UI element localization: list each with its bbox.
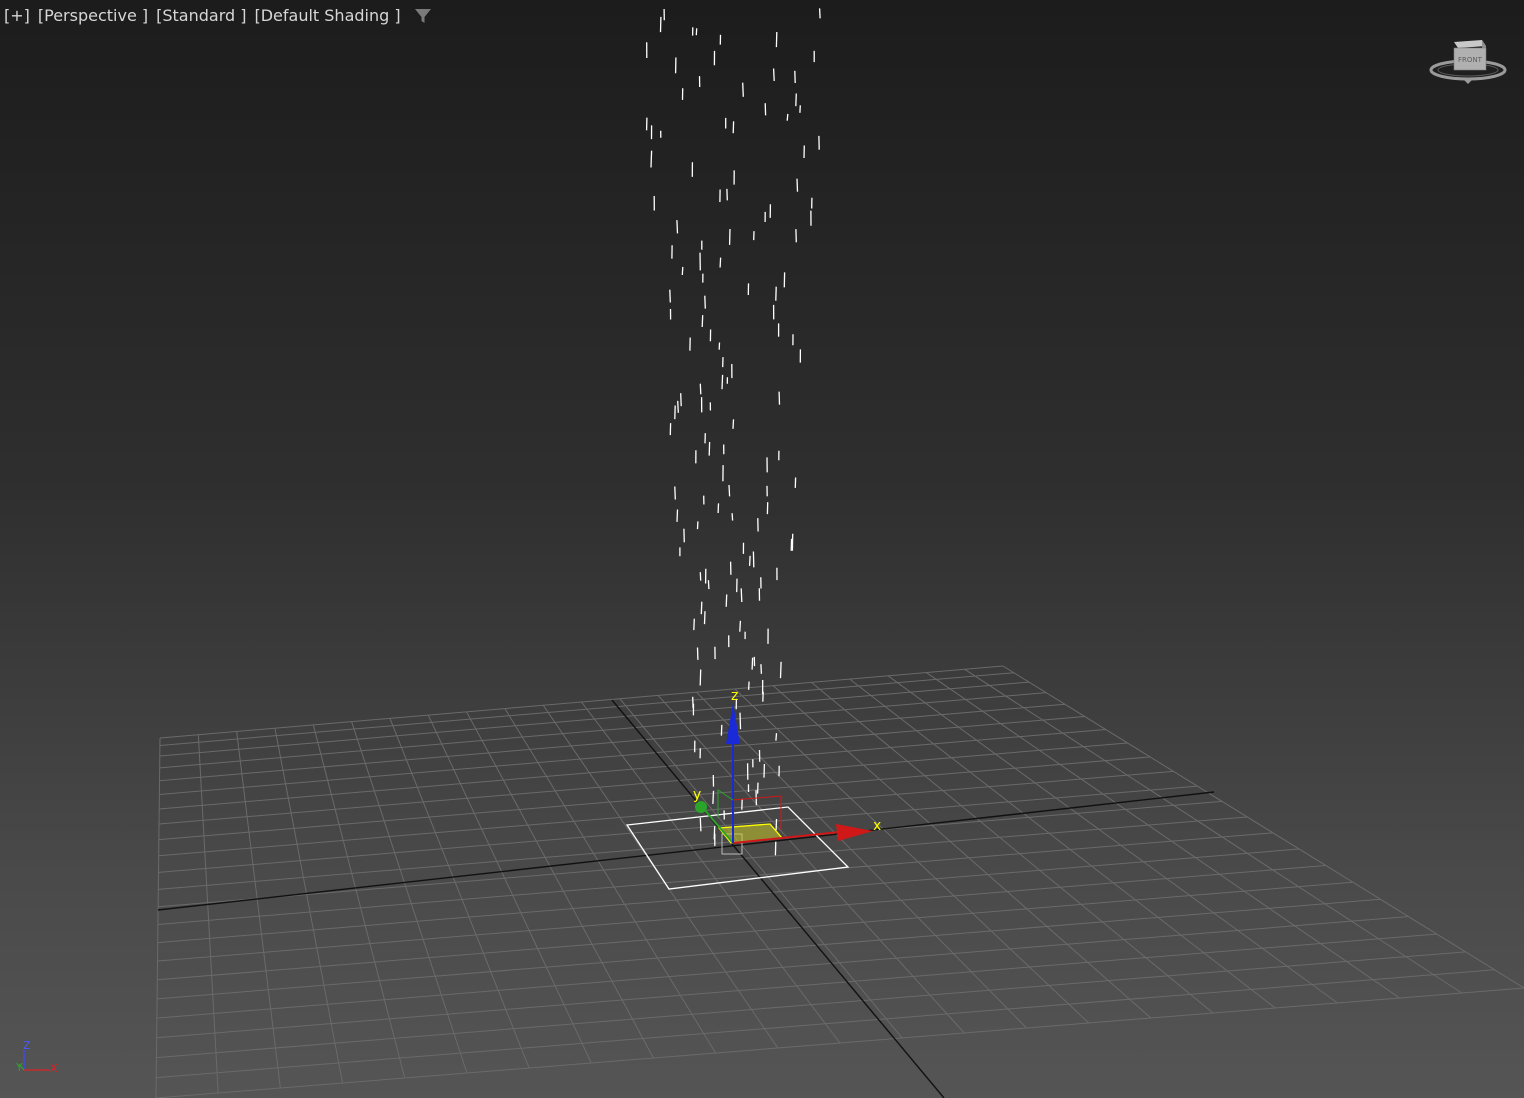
particle-streak xyxy=(693,618,695,631)
particle-streak xyxy=(680,393,682,407)
grid-y-axis-line xyxy=(611,699,945,1098)
particle-streak xyxy=(760,664,763,674)
gizmo-z-arrow-head xyxy=(726,703,740,744)
scene-canvas: x y z xyxy=(155,8,1524,1098)
grid-line xyxy=(734,688,1090,1024)
particle-streak xyxy=(701,315,704,328)
particle-streak xyxy=(740,588,743,603)
particle-streak xyxy=(728,484,731,497)
particle-streak xyxy=(732,419,735,429)
particle-streak xyxy=(707,580,710,590)
particle-streak xyxy=(699,669,702,686)
world-axis-z-label: Z xyxy=(23,1039,31,1052)
viewcube-face-label: FRONT xyxy=(1458,56,1483,64)
particle-streak xyxy=(739,620,742,632)
grid-line xyxy=(274,728,344,1084)
gizmo-z-label: z xyxy=(731,688,738,704)
particle-streak xyxy=(795,93,797,107)
particle-streak xyxy=(818,8,821,19)
grid-line xyxy=(1002,665,1524,989)
world-axis-x-label: X xyxy=(50,1062,58,1075)
grid-line xyxy=(964,668,1463,994)
gizmo-x-arrow-head xyxy=(836,824,873,841)
particle-streak xyxy=(674,486,676,500)
grid-line xyxy=(887,675,1338,1004)
particle-streak xyxy=(700,601,703,615)
particle-streak xyxy=(796,178,799,192)
gizmo-x-label: x xyxy=(873,818,881,834)
particle-streak xyxy=(712,790,715,804)
particle-streak xyxy=(681,266,684,276)
grid-line xyxy=(849,678,1276,1009)
world-axis-icon: Z Y X xyxy=(15,1039,58,1075)
particle-streak xyxy=(676,509,679,522)
particle-streak xyxy=(719,257,722,268)
particle-streak xyxy=(772,68,775,82)
particle-streak xyxy=(779,661,782,679)
viewcube-icon[interactable]: FRONT xyxy=(1428,38,1508,86)
particle-streak xyxy=(703,611,706,625)
particle-streak xyxy=(677,400,679,413)
particle-streak xyxy=(669,289,671,303)
grid-line xyxy=(197,734,219,1094)
particle-streak xyxy=(747,681,750,690)
particle-streak xyxy=(725,594,728,607)
particle-streak xyxy=(721,374,724,390)
particle-streak xyxy=(704,295,706,309)
world-axis-y-label: Y xyxy=(15,1061,23,1074)
grid-line xyxy=(466,711,654,1059)
perspective-viewport[interactable]: [+] [Perspective ] [Standard ] [Default … xyxy=(0,0,1524,1098)
grid-line xyxy=(427,714,592,1064)
particle-streak xyxy=(742,82,744,97)
particle-streak xyxy=(699,383,702,395)
home-grid xyxy=(155,665,1524,1098)
grid-line xyxy=(389,718,530,1069)
particle-streak xyxy=(650,150,653,168)
particle-streak xyxy=(739,712,742,730)
particle-streak xyxy=(731,513,734,521)
particle-streak xyxy=(786,113,789,121)
particle-streak xyxy=(775,733,778,741)
particle-streak xyxy=(751,657,754,670)
particle-streak xyxy=(748,555,751,566)
gizmo-y-label: y xyxy=(693,787,701,803)
grid-line xyxy=(155,737,161,1098)
gizmo-xy-plane-handle xyxy=(717,823,784,844)
particle-streak xyxy=(699,817,702,832)
particle-streak xyxy=(676,220,679,234)
